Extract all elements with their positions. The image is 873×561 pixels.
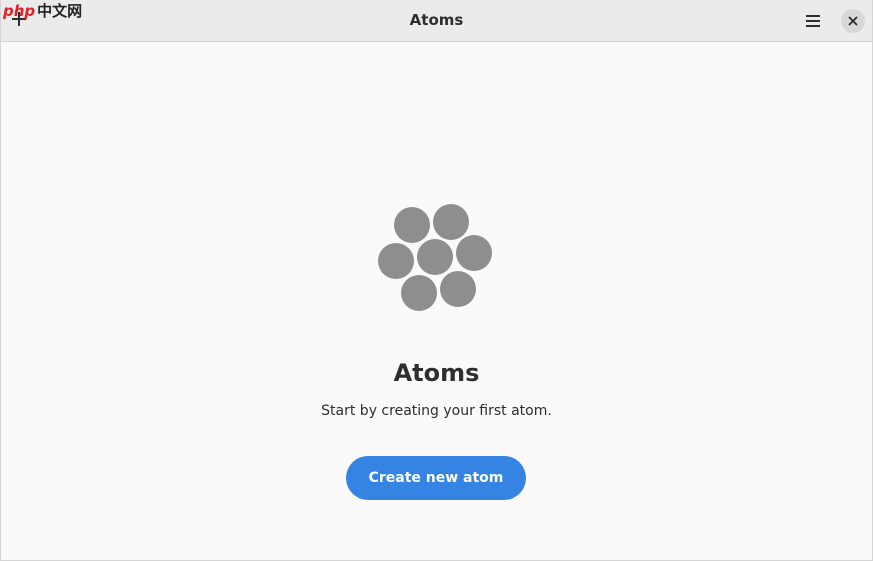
close-icon bbox=[848, 16, 858, 26]
atoms-cluster-icon bbox=[376, 202, 494, 312]
main-menu-button[interactable] bbox=[801, 9, 825, 33]
hamburger-menu-icon bbox=[806, 15, 820, 27]
window-title: Atoms bbox=[409, 11, 464, 29]
close-button[interactable] bbox=[841, 9, 865, 33]
empty-state-description: Start by creating your first atom. bbox=[321, 403, 552, 419]
empty-state-title: Atoms bbox=[393, 359, 480, 387]
header-bar: php 中文网 Atoms bbox=[1, 0, 872, 42]
create-new-atom-button[interactable]: Create new atom bbox=[346, 456, 526, 500]
app-window: php 中文网 Atoms Atoms Start by creating yo… bbox=[0, 0, 873, 561]
